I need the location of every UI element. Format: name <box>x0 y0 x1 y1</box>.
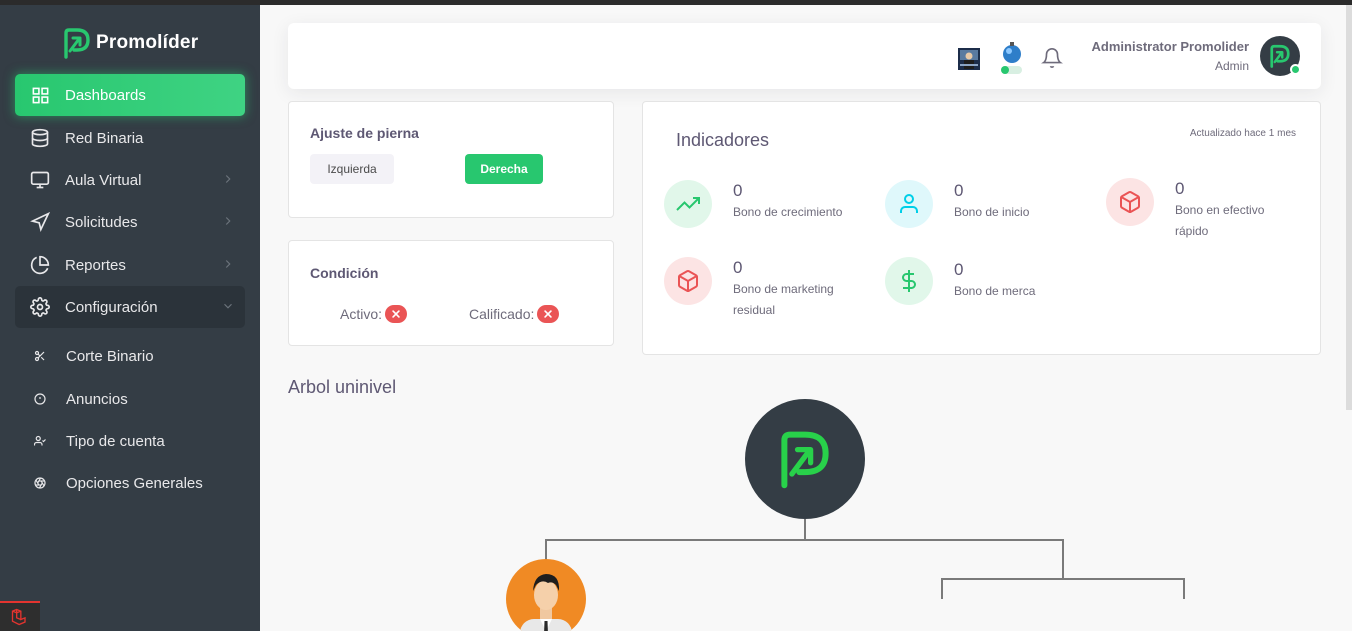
tree-section-title: Arbol uninivel <box>288 377 397 397</box>
tree-child-avatar[interactable] <box>506 559 586 631</box>
scissors-icon <box>33 349 47 363</box>
box-icon <box>664 257 712 305</box>
avatar[interactable] <box>1260 36 1301 76</box>
qualified-status: Calificado: <box>469 305 560 323</box>
stat-value: 0 <box>954 260 964 279</box>
chevron-right-icon <box>225 175 231 183</box>
aperture-icon <box>33 476 47 490</box>
stat-value: 0 <box>1175 179 1185 198</box>
settings-icon <box>29 296 51 318</box>
sidebar-item-label: Dashboards <box>65 86 146 104</box>
leg-adjust-card: Ajuste de pierna Izquierda Derecha <box>288 101 614 218</box>
user-role: Admin <box>1214 59 1249 73</box>
card-title: Indicadores <box>676 130 770 150</box>
tree-root-node[interactable] <box>745 399 865 519</box>
sidebar-item-label: Aula Virtual <box>65 171 142 189</box>
active-status: Activo: <box>340 305 408 323</box>
brand-logo[interactable]: Promolíder <box>62 27 198 59</box>
promolider-logo-icon <box>1270 44 1290 68</box>
tree-connector <box>1183 578 1185 599</box>
dollar-sign-icon <box>885 257 933 305</box>
sidebar-subitem-anuncios[interactable]: Anuncios <box>15 381 245 417</box>
laravel-debugbar-icon[interactable] <box>0 601 40 631</box>
stat-bono-merca: 0 Bono de merca <box>885 257 1035 305</box>
window-top-strip <box>0 0 1352 5</box>
send-icon <box>29 211 51 233</box>
scrollbar[interactable] <box>1346 5 1352 410</box>
sidebar-item-label: Configuración <box>65 298 158 316</box>
stat-label: Bono de inicio <box>954 205 1030 219</box>
sidebar-subitem-label: Corte Binario <box>66 347 154 365</box>
chevron-right-icon <box>225 217 231 225</box>
sidebar-item-label: Red Binaria <box>65 129 144 147</box>
user-icon <box>885 180 933 228</box>
sidebar-item-configuracion[interactable]: Configuración <box>15 286 245 328</box>
sidebar-subitem-tipo-de-cuenta[interactable]: Tipo de cuenta <box>15 423 245 459</box>
sidebar-item-aula-virtual[interactable]: Aula Virtual <box>15 159 245 201</box>
user-name[interactable]: Administrator Promolider <box>1092 39 1249 54</box>
sidebar-subitem-opciones-generales[interactable]: Opciones Generales <box>15 465 245 501</box>
indicators-card: Indicadores Actualizado hace 1 mes 0 Bon… <box>642 101 1321 355</box>
sidebar-item-reportes[interactable]: Reportes <box>15 244 245 286</box>
stat-label: Bono de merca <box>954 284 1036 298</box>
sidebar: Promolíder Dashboards Red Binaria Aula V… <box>0 5 260 631</box>
stat-value: 0 <box>733 258 743 277</box>
tree-connector <box>545 539 547 560</box>
stat-bono-inicio: 0 Bono de inicio <box>885 180 1029 228</box>
stat-label: Bono de crecimiento <box>733 205 843 219</box>
pie-chart-icon <box>29 254 51 276</box>
brand-name: Promolíder <box>96 32 199 53</box>
sidebar-item-label: Reportes <box>65 256 126 274</box>
promolider-logo-icon <box>64 28 90 59</box>
stat-value: 0 <box>954 181 964 200</box>
sidebar-subitem-label: Tipo de cuenta <box>66 432 165 450</box>
trending-up-icon <box>664 180 712 228</box>
left-leg-button[interactable]: Izquierda <box>310 154 394 184</box>
tree-connector <box>1062 539 1064 579</box>
stat-bono-efectivo-rapido: 0 Bono en efectivo rápido <box>1106 178 1285 242</box>
chevron-right-icon <box>225 260 231 268</box>
tree-connector <box>941 578 1185 580</box>
chevron-down-icon <box>224 303 232 309</box>
sidebar-subitem-corte-binario[interactable]: Corte Binario <box>15 338 245 374</box>
monitor-icon <box>29 169 51 191</box>
tree-connector <box>941 578 943 599</box>
sidebar-item-red-binaria[interactable]: Red Binaria <box>15 117 245 159</box>
online-status-dot <box>1290 64 1301 75</box>
top-navbar: Administrator Promolider Admin <box>288 23 1321 89</box>
tree-connector <box>545 539 1064 541</box>
active-label: Activo: <box>340 306 383 322</box>
right-leg-button[interactable]: Derecha <box>465 154 543 184</box>
sidebar-item-label: Solicitudes <box>65 213 138 231</box>
user-check-icon <box>33 434 47 448</box>
country-flag-icon[interactable] <box>957 47 981 71</box>
bell-icon[interactable] <box>1041 47 1063 69</box>
grid-icon <box>29 84 51 106</box>
stat-label: Bono en efectivo rápido <box>1175 203 1265 238</box>
sidebar-subitem-label: Anuncios <box>66 390 128 408</box>
sidebar-item-dashboards[interactable]: Dashboards <box>15 74 245 116</box>
tree-connector <box>804 519 806 540</box>
sidebar-item-solicitudes[interactable]: Solicitudes <box>15 201 245 243</box>
card-title: Ajuste de pierna <box>310 125 419 141</box>
stat-value: 0 <box>733 181 743 200</box>
stat-bono-crecimiento: 0 Bono de crecimiento <box>664 180 842 228</box>
stat-label: Bono de marketing residual <box>733 282 834 317</box>
database-icon <box>29 127 51 149</box>
card-title: Condición <box>310 265 379 281</box>
stat-bono-marketing-residual: 0 Bono de marketing residual <box>664 257 853 321</box>
box-icon <box>1106 178 1154 226</box>
qualified-label: Calificado: <box>469 306 535 322</box>
updated-timestamp: Actualizado hace 1 mes <box>1189 128 1296 139</box>
x-badge-icon <box>537 305 560 323</box>
x-badge-icon <box>385 305 408 323</box>
condition-card: Condición Activo: Calificado: <box>288 240 614 346</box>
bomb-icon[interactable] <box>998 41 1026 77</box>
promolider-logo-icon <box>781 431 829 489</box>
sidebar-subitem-label: Opciones Generales <box>66 474 203 492</box>
alert-circle-icon <box>33 392 47 406</box>
